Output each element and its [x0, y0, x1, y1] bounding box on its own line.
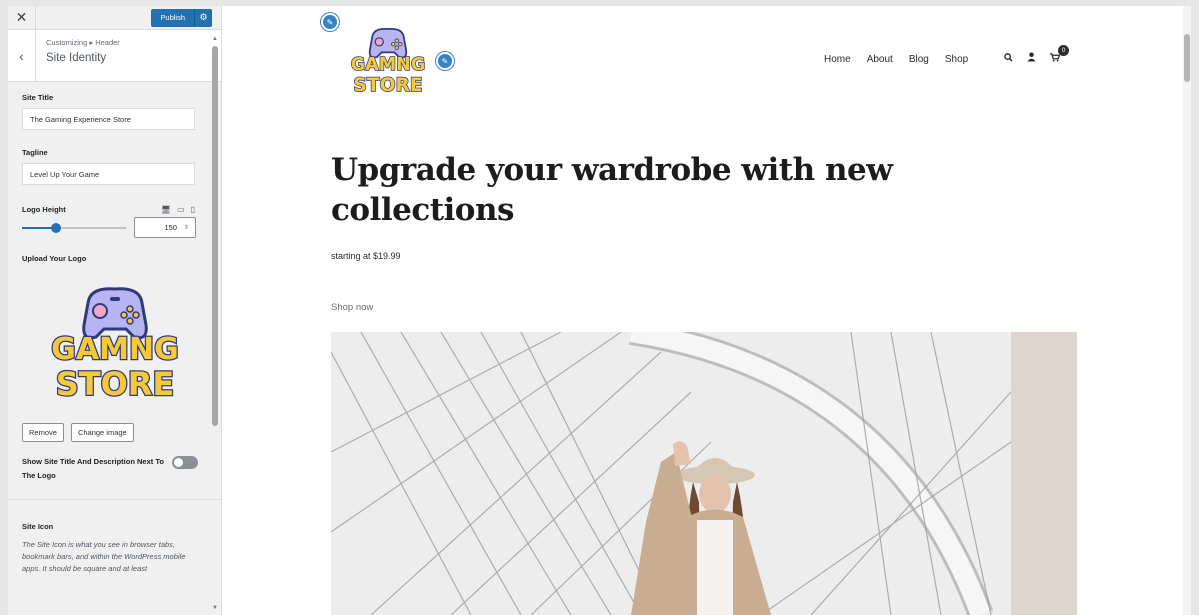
shop-now-link[interactable]: Shop now: [331, 302, 373, 313]
scroll-up-arrow-icon[interactable]: ▲: [212, 36, 218, 42]
nav-item-home[interactable]: Home: [824, 54, 851, 65]
edit-logo-shortcut-icon[interactable]: ✎: [436, 52, 454, 70]
hero-title: Upgrade your wardrobe with new collectio…: [331, 152, 893, 228]
show-title-toggle-label: Show Site Title And Description Next To …: [22, 457, 164, 480]
site-title-input[interactable]: The Gaming Experience Store: [22, 108, 195, 130]
site-identity-panel: Site Title The Gaming Experience Store T…: [8, 93, 221, 575]
customizer-sidebar: ✕ Publish ⚙ ‹ Customizing ▸ Header Site …: [8, 6, 222, 615]
logo-height-slider[interactable]: [22, 222, 126, 233]
preview-scroll-thumb[interactable]: [1184, 34, 1190, 82]
cart-count-badge: 0: [1058, 44, 1069, 56]
remove-logo-button[interactable]: Remove: [22, 423, 64, 442]
tablet-icon[interactable]: ▭: [177, 205, 185, 214]
upload-logo-label: Upload Your Logo: [22, 254, 87, 263]
hero-image: [331, 332, 1077, 615]
site-icon-label: Site Icon: [22, 522, 54, 531]
tagline-input[interactable]: Level Up Your Game: [22, 163, 195, 185]
hero-subtitle: starting at $19.99: [331, 251, 401, 261]
nav-item-blog[interactable]: Blog: [909, 54, 929, 65]
site-logo[interactable]: GAMNG STORE: [338, 22, 438, 103]
section-title: Site Identity: [46, 52, 107, 64]
sidebar-scrollbar[interactable]: [212, 46, 218, 426]
publish-button[interactable]: Publish: [151, 8, 194, 27]
change-image-button[interactable]: Change image: [70, 423, 134, 442]
mobile-icon[interactable]: ▯: [191, 205, 195, 214]
close-icon[interactable]: ✕: [8, 6, 36, 30]
cart-icon[interactable]: 0: [1050, 44, 1069, 65]
nav-item-about[interactable]: About: [867, 54, 893, 65]
site-preview: ✎ GAMNG STORE ✎ Home About Blog Shop 0 U…: [222, 6, 1191, 615]
search-icon[interactable]: [1004, 52, 1013, 65]
slider-handle[interactable]: [51, 222, 62, 233]
show-title-toggle[interactable]: [172, 456, 198, 469]
logo-line2: STORE: [353, 75, 422, 96]
account-icon[interactable]: [1027, 52, 1036, 65]
gaming-store-logo-small: GAMNG STORE: [350, 28, 426, 97]
primary-nav: Home About Blog Shop: [824, 54, 968, 65]
header-icons: 0: [1004, 44, 1069, 65]
logo-line1: GAMNG: [351, 55, 425, 75]
site-title-label: Site Title: [22, 93, 54, 102]
site-icon-description: The Site Icon is what you see in browser…: [22, 540, 186, 573]
toggle-knob: [174, 458, 183, 467]
scroll-down-arrow-icon[interactable]: ▼: [212, 605, 218, 611]
logo-preview-image[interactable]: GAMNG STORE: [22, 277, 208, 407]
logo-height-value: 150: [164, 223, 177, 232]
customizer-topbar: ✕ Publish ⚙: [8, 6, 221, 30]
gaming-store-logo: GAMNG STORE: [50, 287, 180, 404]
breadcrumb: Customizing ▸ Header: [46, 38, 120, 47]
preview-scrollbar[interactable]: [1183, 6, 1191, 615]
device-switcher: 🖥 ▭ ▯: [161, 205, 195, 214]
chevron-left-icon[interactable]: ‹: [8, 30, 36, 81]
nav-item-shop[interactable]: Shop: [945, 54, 968, 65]
hero-photo: [331, 332, 1077, 615]
gear-icon[interactable]: ⚙: [194, 8, 212, 27]
logo-line1: GAMNG: [51, 332, 178, 367]
logo-height-input[interactable]: 150 ⇕: [134, 217, 196, 238]
divider: [8, 499, 221, 500]
logo-height-label: Logo Height: [22, 205, 66, 214]
logo-line2: STORE: [56, 365, 175, 403]
desktop-icon[interactable]: 🖥: [161, 205, 171, 214]
edit-shortcut-icon[interactable]: ✎: [321, 13, 339, 31]
stepper-icon[interactable]: ⇕: [184, 224, 189, 231]
section-header: ‹ Customizing ▸ Header Site Identity: [8, 30, 221, 82]
tagline-label: Tagline: [22, 148, 48, 157]
publish-group: Publish ⚙: [151, 8, 212, 27]
